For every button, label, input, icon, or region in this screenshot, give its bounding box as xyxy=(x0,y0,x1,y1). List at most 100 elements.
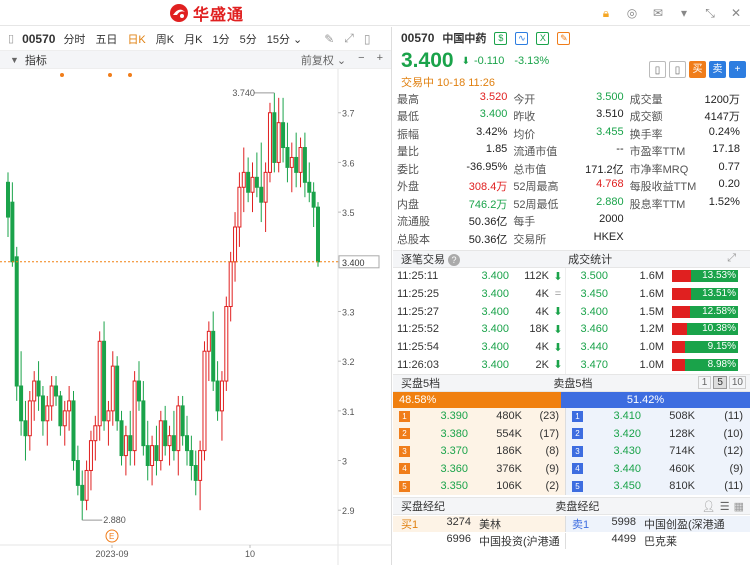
tick-trade-row: 11:25:54 3.400 4K ⬇ xyxy=(393,338,565,356)
bid-level[interactable]: 5 3.350 106K (2) xyxy=(393,477,565,496)
tab-intraday[interactable]: 分时 xyxy=(63,31,85,47)
quote-row: 最低 3.400 昨收 3.510 成交额 4147万 xyxy=(397,108,746,126)
ask-price: 3.430 xyxy=(613,445,641,458)
broker-row: 6996 中国投资(沪港通 4499 巴克莱 xyxy=(393,532,750,549)
candle-body xyxy=(167,435,172,447)
candle-body xyxy=(215,380,220,412)
indicator-label[interactable]: 指标 xyxy=(25,52,47,68)
tab-1min[interactable]: 1分 xyxy=(212,31,229,47)
sell-button[interactable]: 卖 xyxy=(709,61,726,78)
quote-cell: 市盈率TTM 17.18 xyxy=(630,143,746,159)
broker-grid-icon[interactable]: ▦ xyxy=(734,500,744,513)
quote-value: 308.4万 xyxy=(468,181,508,194)
draw-pencil-icon[interactable]: ✎ xyxy=(324,32,334,46)
tab-5min[interactable]: 5分 xyxy=(240,31,257,47)
bid-level[interactable]: 2 3.380 554K (17) xyxy=(393,425,565,443)
quote-label: 流通市值 xyxy=(513,146,558,159)
bid-broker[interactable]: 买1 3274 美林 xyxy=(393,515,565,532)
tab-daily[interactable]: 日K xyxy=(127,31,145,47)
stat-price: 3.460 xyxy=(580,323,608,336)
broker-person-icon[interactable]: 👤︎ xyxy=(702,500,716,513)
quote-row: 外盘 308.4万 52周最高 4.768 每股收益TTM 0.20 xyxy=(397,178,746,196)
ask-broker[interactable]: 卖1 5998 中国创盈(深港通 xyxy=(565,515,750,532)
tab-5day[interactable]: 五日 xyxy=(95,31,117,47)
ask-broker-name: 巴克莱 xyxy=(644,535,677,548)
mail-icon[interactable]: ✉ xyxy=(650,5,666,21)
expand-stats-icon[interactable]: ⤢ xyxy=(727,252,736,265)
panel-toggle-icon[interactable]: ▯ xyxy=(364,32,371,46)
trade-price: 3.400 xyxy=(481,358,509,371)
tab-weekly[interactable]: 周K xyxy=(156,31,174,47)
dollar-icon[interactable]: $ xyxy=(494,31,508,45)
level-5-button[interactable]: 5 xyxy=(713,376,727,390)
candle-body xyxy=(276,122,281,163)
trades-header: 逐笔交易 ? 成交统计 ⤢ xyxy=(393,249,750,268)
headset-icon[interactable]: ◎ xyxy=(624,5,640,21)
help-icon[interactable]: ? xyxy=(448,253,461,266)
add-watchlist-button[interactable]: + xyxy=(729,61,746,78)
share-button[interactable]: ▯ xyxy=(669,61,686,78)
alert-button[interactable]: ▯ xyxy=(649,61,666,78)
volume-stat-row: 3.470 1.0M 8.98% xyxy=(566,356,750,374)
kline-chart[interactable]: 2.933.13.23.33.43.53.63.73.4003.7402.880… xyxy=(0,69,392,565)
lock-icon[interactable]: 🔒︎ xyxy=(598,5,614,21)
bid-level[interactable]: 4 3.360 376K (9) xyxy=(393,460,565,478)
adjust-select[interactable]: 前复权 ⌄ xyxy=(301,52,346,68)
ask-level[interactable]: 4 3.440 460K (9) xyxy=(565,460,750,478)
expand-icon[interactable]: ⤢ xyxy=(344,31,354,46)
zoom-in-button[interactable]: + xyxy=(377,52,383,68)
zoom-out-button[interactable]: − xyxy=(358,52,364,68)
ask-broker-id: 5998 xyxy=(611,515,636,528)
trade-direction-icon: ⬇ xyxy=(553,306,563,319)
quote-label: 股息率TTM xyxy=(629,198,686,211)
broker-list-icon[interactable]: ☰ xyxy=(720,500,730,513)
stat-bar: 13.51% xyxy=(672,288,738,301)
quote-value: 17.18 xyxy=(712,143,740,156)
candle-body xyxy=(254,176,259,188)
volume-stats-title: 成交统计 xyxy=(568,253,613,266)
order-book-row: 4 3.360 376K (9) 4 3.440 460K (9) xyxy=(393,460,750,478)
trend-icon[interactable]: ∿ xyxy=(515,31,529,45)
interval-select[interactable]: 15分 ⌄ xyxy=(267,31,303,47)
ask-level[interactable]: 3 3.430 714K (12) xyxy=(565,442,750,461)
close-icon[interactable]: ✕ xyxy=(728,5,744,21)
ask-level[interactable]: 1 3.410 508K (11) xyxy=(565,407,750,426)
ask-broker[interactable]: 4499 巴克莱 xyxy=(565,532,750,549)
collapse-toggle-icon[interactable]: ▯ xyxy=(8,32,14,45)
candle-body xyxy=(128,435,133,452)
candle-body xyxy=(145,445,150,467)
stat-pct: 12.58% xyxy=(702,305,736,317)
candle-body xyxy=(23,420,28,437)
candle-body xyxy=(97,340,102,427)
level-1-button[interactable]: 1 xyxy=(697,376,712,390)
collapse-icon[interactable]: ⤡ xyxy=(702,5,718,21)
buy-button[interactable]: 买 xyxy=(689,61,706,78)
bid-level[interactable]: 3 3.370 186K (8) xyxy=(393,442,565,461)
ask-level[interactable]: 5 3.450 810K (11) xyxy=(565,477,750,496)
stat-bar: 13.53% xyxy=(672,270,738,283)
candle-body xyxy=(19,385,24,422)
level-10-button[interactable]: 10 xyxy=(728,376,746,390)
indicator-arrow-icon[interactable]: ▼ xyxy=(10,55,19,65)
tool-icon[interactable]: ✎ xyxy=(557,31,571,45)
ask-price: 3.420 xyxy=(613,427,641,440)
bid-broker[interactable]: 6996 中国投资(沪港通 xyxy=(393,533,565,549)
candle-body xyxy=(27,400,32,437)
bid-volume: 186K xyxy=(496,445,522,458)
ask-orders: (9) xyxy=(729,462,743,475)
broker-rows: 买1 3274 美林 卖1 5998 中国创盈(深港通 6996 中国投资(沪港通 4499 巴克… xyxy=(393,515,750,549)
candle-body xyxy=(176,405,181,452)
excel-icon[interactable]: X xyxy=(536,31,550,45)
quote-cell: 股息率TTM 1.52% xyxy=(630,196,746,212)
ask-level[interactable]: 2 3.420 128K (10) xyxy=(565,425,750,443)
tab-monthly[interactable]: 月K xyxy=(184,31,202,47)
bid-level[interactable]: 1 3.390 480K (23) xyxy=(393,407,565,426)
shirt-icon[interactable]: ▾ xyxy=(676,5,692,21)
volume-stat-row: 3.400 1.5M 12.58% xyxy=(566,303,750,321)
candle-body xyxy=(158,420,163,462)
stat-bar: 9.15% xyxy=(672,341,738,354)
bid-price: 3.360 xyxy=(440,462,468,475)
quote-row: 总股本 50.36亿 交易所 HKEX xyxy=(397,230,746,248)
quote-cell: 最高 3.520 xyxy=(397,91,513,107)
ask-level-badge: 2 xyxy=(572,428,583,440)
